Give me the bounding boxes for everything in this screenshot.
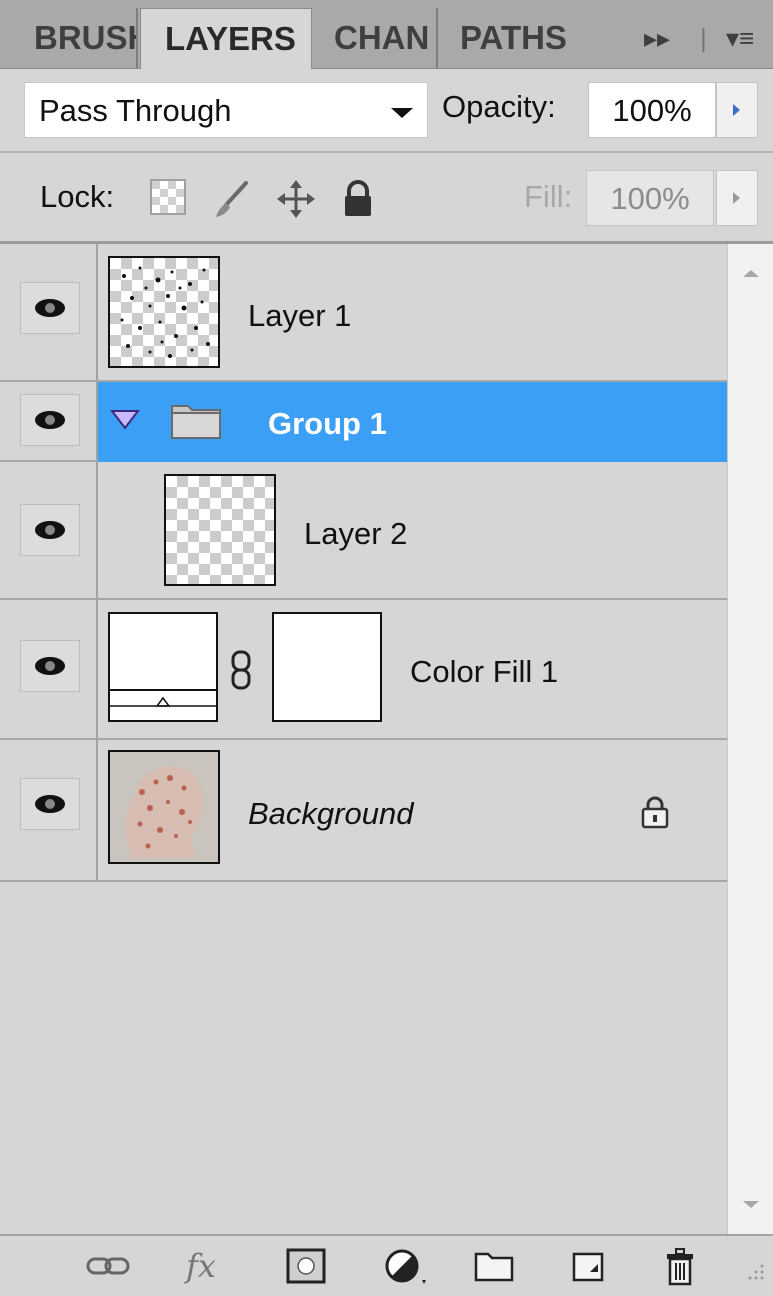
lock-fill-row: Lock: Fill: 100% bbox=[0, 153, 773, 244]
group-expand-triangle-icon[interactable] bbox=[109, 408, 141, 437]
layer-thumbnail bbox=[108, 750, 220, 864]
adjustment-layer-icon[interactable] bbox=[384, 1248, 428, 1284]
visibility-eye-icon[interactable] bbox=[20, 282, 80, 334]
layer-name: Group 1 bbox=[268, 406, 387, 441]
delete-icon[interactable] bbox=[664, 1248, 696, 1286]
panel-tab-bar: BRUSH LAYERS CHAN PATHS ▸▸ | ▾≡ bbox=[0, 0, 773, 69]
panel-menu-icon[interactable]: ▾≡ bbox=[726, 8, 754, 68]
panel-expand-icon[interactable]: ▸▸ bbox=[644, 8, 670, 68]
layers-bottom-toolbar: fx bbox=[0, 1234, 773, 1293]
layer-thumbnail bbox=[108, 256, 220, 368]
add-mask-icon[interactable] bbox=[286, 1248, 326, 1284]
blend-mode-value: Pass Through bbox=[39, 93, 232, 128]
opacity-slider-button[interactable] bbox=[716, 82, 758, 138]
new-group-icon[interactable] bbox=[474, 1248, 514, 1284]
visibility-eye-icon[interactable] bbox=[20, 394, 80, 446]
layer-name: Color Fill 1 bbox=[410, 654, 559, 689]
blend-mode-select[interactable]: Pass Through bbox=[24, 82, 428, 138]
visibility-eye-icon[interactable] bbox=[20, 778, 80, 830]
layer-row-group-1[interactable]: Group 1 bbox=[0, 382, 727, 462]
layer-mask-thumbnail[interactable] bbox=[272, 612, 382, 722]
opacity-label: Opacity: bbox=[442, 89, 556, 124]
panel-divider: | bbox=[700, 23, 707, 53]
scroll-up-arrow-icon[interactable] bbox=[743, 270, 759, 277]
lock-label: Lock: bbox=[40, 179, 115, 214]
layer-locked-icon bbox=[640, 794, 670, 835]
fx-icon[interactable]: fx bbox=[186, 1248, 216, 1284]
layer-thumbnail bbox=[164, 474, 276, 586]
fill-layer-thumbnail bbox=[108, 612, 218, 722]
layer-name: Layer 1 bbox=[248, 298, 352, 333]
layer-row-layer-2[interactable]: Layer 2 bbox=[0, 462, 727, 600]
lock-transparent-icon[interactable] bbox=[150, 179, 186, 215]
layers-list: Layer 1 Group 1 Layer 2 Color Fill 1 Bac… bbox=[0, 244, 727, 1234]
layer-row-color-fill-1[interactable]: Color Fill 1 bbox=[0, 600, 727, 740]
resize-grip-icon[interactable] bbox=[744, 1260, 766, 1296]
lock-all-icon[interactable] bbox=[340, 179, 376, 216]
link-layers-icon[interactable] bbox=[86, 1248, 130, 1284]
tab-layers[interactable]: LAYERS bbox=[140, 8, 312, 69]
scroll-down-arrow-icon[interactable] bbox=[743, 1201, 759, 1208]
chevron-down-icon bbox=[391, 108, 413, 118]
blend-opacity-row: Pass Through Opacity: 100% bbox=[0, 69, 773, 153]
folder-icon bbox=[170, 400, 222, 445]
tab-paths[interactable]: PATHS bbox=[460, 8, 568, 68]
fill-label: Fill: bbox=[524, 179, 573, 214]
lock-move-icon[interactable] bbox=[276, 179, 315, 218]
visibility-eye-icon[interactable] bbox=[20, 640, 80, 692]
mask-link-chain-icon[interactable] bbox=[230, 650, 252, 695]
tab-brush[interactable]: BRUSH bbox=[34, 8, 138, 68]
layer-name: Background bbox=[248, 796, 414, 831]
opacity-field[interactable]: 100% bbox=[588, 82, 716, 138]
layer-row-background[interactable]: Background bbox=[0, 740, 727, 882]
layer-row-layer-1[interactable]: Layer 1 bbox=[0, 244, 727, 382]
fill-slider-button bbox=[716, 170, 758, 226]
new-layer-icon[interactable] bbox=[570, 1248, 606, 1284]
layer-name: Layer 2 bbox=[304, 516, 408, 551]
lock-paint-icon[interactable] bbox=[212, 179, 248, 217]
visibility-eye-icon[interactable] bbox=[20, 504, 80, 556]
layers-scrollbar[interactable] bbox=[727, 244, 773, 1234]
fill-field: 100% bbox=[586, 170, 714, 226]
tab-channels[interactable]: CHAN bbox=[334, 8, 438, 68]
